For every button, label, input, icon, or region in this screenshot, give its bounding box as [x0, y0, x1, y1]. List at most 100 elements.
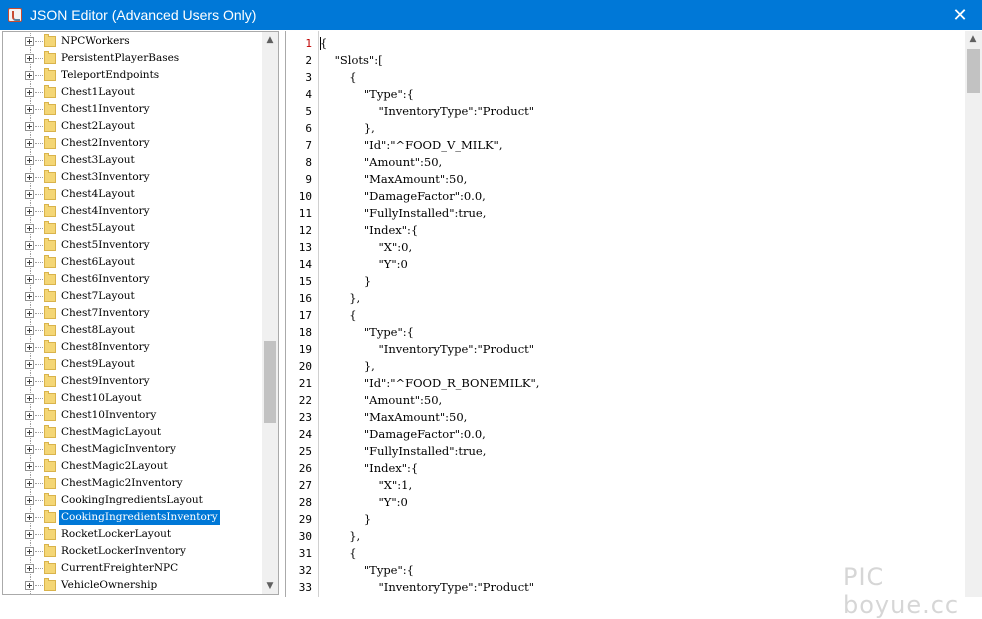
tree-item[interactable]: Chest10Inventory	[3, 407, 263, 424]
code-line[interactable]: "MaxAmount":50,	[320, 171, 467, 188]
expand-plus-icon[interactable]	[25, 479, 34, 488]
expand-plus-icon[interactable]	[25, 54, 34, 63]
code-line[interactable]: },	[320, 528, 360, 545]
expand-plus-icon[interactable]	[25, 88, 34, 97]
code-line[interactable]: },	[320, 358, 375, 375]
code-line[interactable]: "Type":{	[320, 324, 414, 341]
tree-item-label[interactable]: RocketLockerLayout	[59, 527, 173, 542]
tree-item[interactable]: Chest4Inventory	[3, 203, 263, 220]
code-line[interactable]: {	[320, 545, 356, 562]
tree-item-label[interactable]: Chest6Layout	[59, 255, 137, 270]
code-line[interactable]: {	[320, 307, 356, 324]
expand-plus-icon[interactable]	[25, 377, 34, 386]
expand-plus-icon[interactable]	[25, 292, 34, 301]
tree-item-label[interactable]: Chest10Inventory	[59, 408, 158, 423]
tree-item[interactable]: Chest1Inventory	[3, 101, 263, 118]
tree-item[interactable]: Chest1Layout	[3, 84, 263, 101]
tree-item-label[interactable]: Chest5Inventory	[59, 238, 152, 253]
tree-item[interactable]: RocketLockerInventory	[3, 543, 263, 560]
tree-item-label[interactable]: PersistentPlayerBases	[59, 51, 181, 66]
tree-item[interactable]: Chest3Layout	[3, 152, 263, 169]
code-line[interactable]: "InventoryType":"Product"	[320, 103, 534, 120]
expand-plus-icon[interactable]	[25, 207, 34, 216]
tree-item-label[interactable]: RocketLockerInventory	[59, 544, 188, 559]
tree-item-label[interactable]: CookingIngredientsInventory	[59, 510, 220, 525]
expand-plus-icon[interactable]	[25, 343, 34, 352]
expand-plus-icon[interactable]	[25, 428, 34, 437]
tree-item-label[interactable]: CookingIngredientsLayout	[59, 493, 205, 508]
tree-item-label[interactable]: Chest1Layout	[59, 85, 137, 100]
expand-plus-icon[interactable]	[25, 156, 34, 165]
tree-item-label[interactable]: Chest8Layout	[59, 323, 137, 338]
code-line[interactable]: "FullyInstalled":true,	[320, 443, 487, 460]
tree-item-label[interactable]: Chest7Inventory	[59, 306, 152, 321]
expand-plus-icon[interactable]	[25, 71, 34, 80]
tree-item[interactable]: VehicleOwnership	[3, 577, 263, 594]
close-button[interactable]: ✕	[942, 0, 978, 30]
tree-item[interactable]: Chest3Inventory	[3, 169, 263, 186]
code-line[interactable]: "X":0,	[320, 239, 412, 256]
expand-plus-icon[interactable]	[25, 139, 34, 148]
expand-plus-icon[interactable]	[25, 530, 34, 539]
tree-item-label[interactable]: ChestMagic2Layout	[59, 459, 170, 474]
tree-item[interactable]: ChestMagicLayout	[3, 424, 263, 441]
editor-scroll-up-icon[interactable]: ▲	[965, 31, 981, 47]
tree-item[interactable]: Chest8Inventory	[3, 339, 263, 356]
expand-plus-icon[interactable]	[25, 445, 34, 454]
tree-scrollbar[interactable]: ▲ ▼	[262, 32, 278, 594]
code-line[interactable]: "Y":0	[320, 494, 407, 511]
tree-item[interactable]: Chest2Inventory	[3, 135, 263, 152]
code-line[interactable]: "Index":{	[320, 460, 418, 477]
expand-plus-icon[interactable]	[25, 258, 34, 267]
tree-item[interactable]: CookingIngredientsLayout	[3, 492, 263, 509]
code-line[interactable]: {	[320, 69, 356, 86]
expand-plus-icon[interactable]	[25, 37, 34, 46]
expand-plus-icon[interactable]	[25, 275, 34, 284]
expand-plus-icon[interactable]	[25, 513, 34, 522]
tree-item-label[interactable]: Chest4Inventory	[59, 204, 152, 219]
expand-plus-icon[interactable]	[25, 496, 34, 505]
code-line[interactable]: "InventoryType":"Product"	[320, 341, 534, 358]
tree-item[interactable]: Chest9Layout	[3, 356, 263, 373]
tree-scroll-thumb[interactable]	[264, 341, 276, 423]
tree-item-label[interactable]: Chest8Inventory	[59, 340, 152, 355]
expand-plus-icon[interactable]	[25, 326, 34, 335]
tree-item[interactable]: Chest8Layout	[3, 322, 263, 339]
tree-item[interactable]: PersistentPlayerBases	[3, 50, 263, 67]
tree-item[interactable]: Chest7Layout	[3, 288, 263, 305]
expand-plus-icon[interactable]	[25, 241, 34, 250]
tree-item-label[interactable]: TeleportEndpoints	[59, 68, 161, 83]
code-line[interactable]: "MaxAmount":50,	[320, 409, 467, 426]
code-line[interactable]: "Id":"^FOOD_V_MILK",	[320, 137, 503, 154]
code-line[interactable]: "X":1,	[320, 477, 412, 494]
code-line[interactable]: "Id":"^FOOD_R_BONEMILK",	[320, 375, 540, 392]
code-line[interactable]: "Amount":50,	[320, 392, 442, 409]
tree-item[interactable]: Chest6Layout	[3, 254, 263, 271]
tree-item[interactable]: CookingIngredientsInventory	[3, 509, 263, 526]
tree-item[interactable]: CurrentFreighterNPC	[3, 560, 263, 577]
expand-plus-icon[interactable]	[25, 564, 34, 573]
code-line[interactable]: "Slots":[	[320, 52, 383, 69]
expand-plus-icon[interactable]	[25, 105, 34, 114]
expand-plus-icon[interactable]	[25, 411, 34, 420]
expand-plus-icon[interactable]	[25, 309, 34, 318]
expand-plus-icon[interactable]	[25, 122, 34, 131]
tree-item[interactable]: Chest10Layout	[3, 390, 263, 407]
expand-plus-icon[interactable]	[25, 394, 34, 403]
tree-item[interactable]: Chest6Inventory	[3, 271, 263, 288]
code-line[interactable]: }	[320, 273, 371, 290]
tree-item-label[interactable]: Chest9Inventory	[59, 374, 152, 389]
tree-item-label[interactable]: Chest9Layout	[59, 357, 137, 372]
tree-item[interactable]: ChestMagicInventory	[3, 441, 263, 458]
code-line[interactable]: "DamageFactor":0.0,	[320, 426, 486, 443]
expand-plus-icon[interactable]	[25, 547, 34, 556]
code-line[interactable]: }	[320, 511, 371, 528]
expand-plus-icon[interactable]	[25, 462, 34, 471]
code-line[interactable]: "Type":{	[320, 86, 414, 103]
expand-plus-icon[interactable]	[25, 360, 34, 369]
tree-item[interactable]: TeleportEndpoints	[3, 67, 263, 84]
editor-scrollbar[interactable]: ▲	[965, 31, 982, 597]
editor-scroll-thumb[interactable]	[967, 49, 980, 93]
tree-item[interactable]: Chest5Layout	[3, 220, 263, 237]
tree-item-label[interactable]: CurrentFreighterNPC	[59, 561, 180, 576]
